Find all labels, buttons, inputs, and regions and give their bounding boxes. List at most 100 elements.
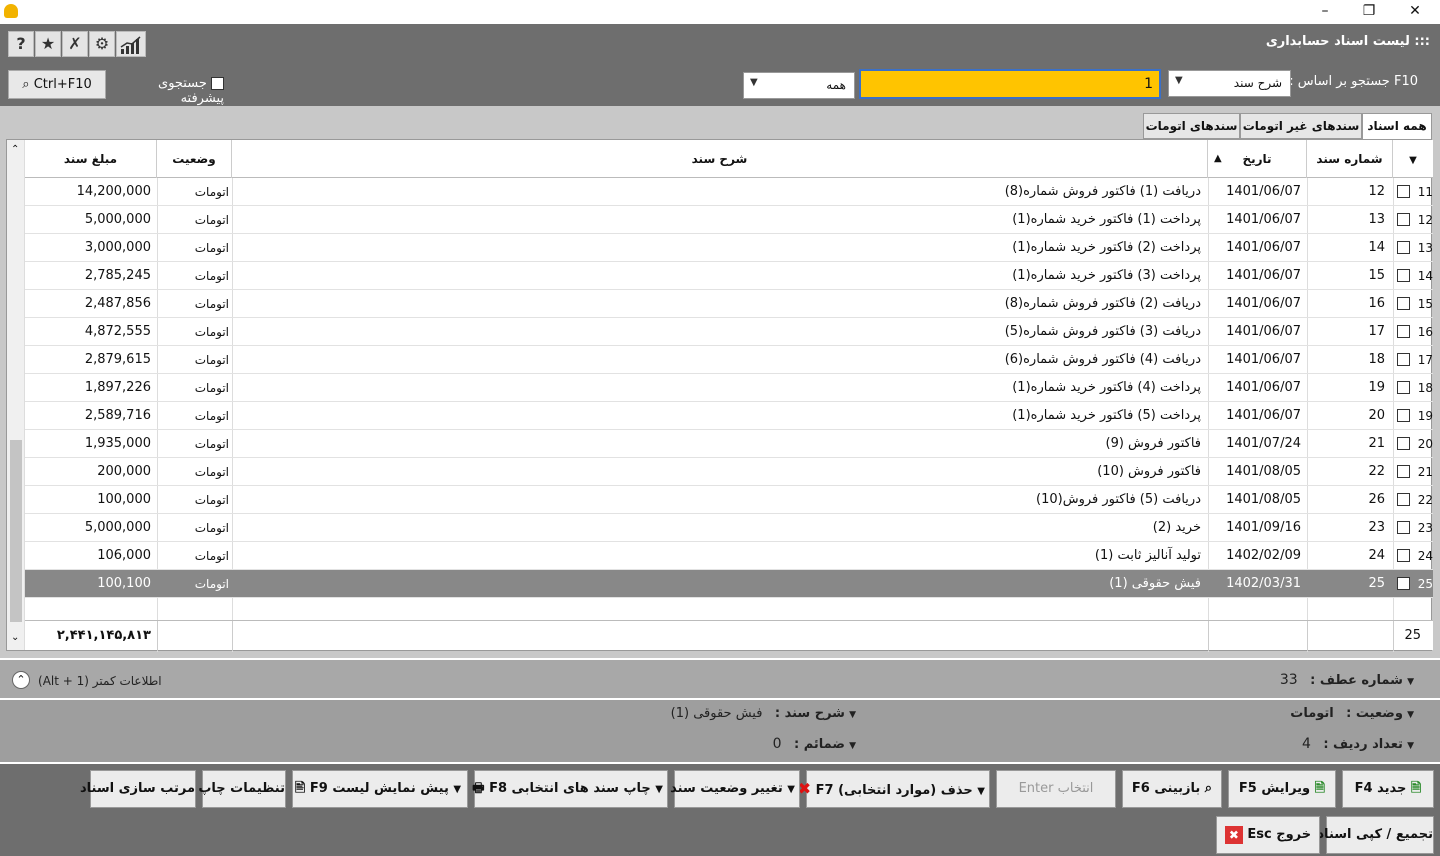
help-icon[interactable]: ? [8,31,34,57]
delete-button[interactable]: ▼ حذف (موارد انتخابی) F7 ✖ [798,770,990,808]
cell-date: 1401/06/07 [1226,380,1301,395]
cell-status: اتومات [194,213,229,227]
col-description[interactable]: شرح سند [232,140,1208,178]
chart-icon[interactable] [116,31,146,57]
exit-button[interactable]: خروج Esc ✖ [1216,816,1320,854]
search-scope-select[interactable]: همه ▼ [743,72,855,99]
tab-all-documents[interactable]: همه اسناد [1362,113,1432,140]
table-row[interactable]: 3,000,000 اتومات پرداخت (2) فاکتور خرید شم… [25,234,1433,262]
cell-date: 1401/06/07 [1226,296,1301,311]
row-checkbox[interactable] [1397,577,1410,590]
scrollbar-thumb[interactable] [10,440,22,622]
search-input[interactable]: 1 [859,69,1161,99]
search-field-select[interactable]: شرح سند ▼ [1168,70,1291,97]
table-row[interactable]: 5,000,000 اتومات خرید (2) 1401/09/16 23 23 [25,514,1433,542]
tools-icon[interactable]: ✗ [62,31,88,57]
cell-amount: 100,000 [97,492,151,507]
row-checkbox[interactable] [1397,241,1410,254]
less-info-toggle[interactable]: اطلاعات کمتر (Alt + 1) [38,674,162,688]
search-button[interactable]: ⌕ Ctrl+F10 [8,70,106,99]
minimize-button[interactable]: – [1302,0,1348,24]
table-row[interactable]: 4,872,555 اتومات دریافت (3) فاکتور فروش شم… [25,318,1433,346]
cell-row-index: 13 [1417,241,1433,255]
star-icon[interactable]: ★ [35,31,61,57]
cell-description: دریافت (2) فاکتور فروش شماره(8) [1004,296,1201,311]
col-number[interactable]: شماره سند [1307,140,1393,178]
cell-description: فیش حقوقی (1) [1109,576,1201,591]
table-row[interactable]: 100,000 اتومات دریافت (5) فاکتور فروش(10) 1… [25,486,1433,514]
change-status-button[interactable]: ▼ تغییر وضعیت سند [670,770,800,808]
cell-amount: 2,785,245 [84,268,151,283]
advanced-search-checkbox[interactable] [211,77,224,90]
advanced-search-toggle[interactable]: جستجوی پیشرفته [114,76,224,106]
row-checkbox[interactable] [1397,465,1410,478]
tab-non-automatic[interactable]: سندهای غیر اتومات [1240,113,1362,139]
cell-status: اتومات [194,409,229,423]
cell-amount: 3,000,000 [84,240,151,255]
table-row[interactable]: 106,000 اتومات تولید آنالیز ثابت (1) 1402/0… [25,542,1433,570]
merge-copy-button[interactable]: تجمیع / کپی اسناد [1317,816,1434,854]
new-button[interactable]: 🗎 جدید F4 [1342,770,1434,808]
select-button[interactable]: انتخاب Enter [996,770,1116,808]
cell-row-index: 20 [1417,437,1433,451]
table-row[interactable]: 14,200,000 اتومات دریافت (1) فاکتور فروش ش… [25,178,1433,206]
bottom-toolbar: 🗎 جدید F4 🗎 ویرایش F5 ⌕ بازبینی F6 انتخا… [0,764,1440,856]
preview-button[interactable]: ▼ پیش نمایش لیست F9 🖹 [292,770,468,808]
table-row[interactable]: 2,879,615 اتومات دریافت (4) فاکتور فروش شم… [25,346,1433,374]
cell-amount: 106,000 [97,548,151,563]
row-checkbox[interactable] [1397,325,1410,338]
row-checkbox[interactable] [1397,409,1410,422]
gear-icon[interactable]: ⚙ [89,31,115,57]
close-button[interactable]: ✕ [1392,0,1438,24]
cell-status: اتومات [194,325,229,339]
info-panel-details: ▼ وضعیت : اتومات ▼ شرح سند : فیش حقوقی (… [0,700,1440,762]
cell-status: اتومات [194,297,229,311]
row-checkbox[interactable] [1397,493,1410,506]
restore-button[interactable]: ❐ [1346,0,1392,24]
table-row[interactable]: 2,487,856 اتومات دریافت (2) فاکتور فروش شم… [25,290,1433,318]
col-date[interactable]: تاریخ ▲ [1208,140,1307,178]
table-row[interactable]: 2,785,245 اتومات پرداخت (3) فاکتور خرید شم… [25,262,1433,290]
table-row[interactable]: 200,000 اتومات فاکتور فروش (10) 1401/08/05 2… [25,458,1433,486]
row-checkbox[interactable] [1397,269,1410,282]
row-checkbox[interactable] [1397,297,1410,310]
row-checkbox[interactable] [1397,437,1410,450]
cell-status: اتومات [194,465,229,479]
table-row[interactable]: 2,589,716 اتومات پرداخت (5) فاکتور خرید شم… [25,402,1433,430]
row-checkbox[interactable] [1397,521,1410,534]
cell-amount: 100,100 [97,576,151,591]
table-row[interactable]: 1,935,000 اتومات فاکتور فروش (9) 1401/07/24… [25,430,1433,458]
table-row[interactable]: 1,897,226 اتومات پرداخت (4) فاکتور خرید شم… [25,374,1433,402]
scroll-down-icon[interactable]: ⌄ [11,632,19,643]
col-amount[interactable]: مبلغ سند [25,140,157,178]
sort-documents-button[interactable]: مرتب سازی اسناد [80,770,196,808]
table-row[interactable]: 5,000,000 اتومات پرداخت (1) فاکتور خرید شم… [25,206,1433,234]
cell-number: 14 [1368,240,1385,255]
row-checkbox[interactable] [1397,185,1410,198]
view-button[interactable]: ⌕ بازبینی F6 [1122,770,1222,808]
row-checkbox[interactable] [1397,549,1410,562]
cell-row-index: 22 [1417,493,1433,507]
print-settings-button[interactable]: تنظیمات چاپ [198,770,286,808]
cell-description: پرداخت (1) فاکتور خرید شماره(1) [1012,212,1201,227]
cell-status: اتومات [194,381,229,395]
row-checkbox[interactable] [1397,353,1410,366]
cell-row-index: 19 [1417,409,1433,423]
edit-button[interactable]: 🗎 ویرایش F5 [1228,770,1336,808]
cell-row-index: 15 [1417,297,1433,311]
row-checkbox[interactable] [1397,381,1410,394]
scroll-up-icon[interactable]: ⌃ [11,144,19,155]
chevron-down-icon: ▼ [453,784,462,795]
table-row[interactable]: 100,100 اتومات فیش حقوقی (1) 1402/03/31 25 25 [25,570,1433,598]
cell-description: خرید (2) [1152,520,1201,535]
row-checkbox[interactable] [1397,213,1410,226]
tab-automatic[interactable]: سندهای اتومات [1143,113,1240,139]
chevron-down-icon: ▼ [1175,75,1183,86]
filter-dropdown[interactable]: ▼ [1393,140,1433,178]
collapse-icon[interactable]: ⌃ [12,671,30,689]
vertical-scrollbar[interactable]: ⌃ ⌄ [7,140,25,650]
print-selected-button[interactable]: ▼ چاپ سند های انتخابی F8 🖶 [472,770,668,808]
col-status[interactable]: وضعیت [157,140,232,178]
cell-description: پرداخت (4) فاکتور خرید شماره(1) [1012,380,1201,395]
edit-document-icon: 🗎 [1314,781,1326,796]
